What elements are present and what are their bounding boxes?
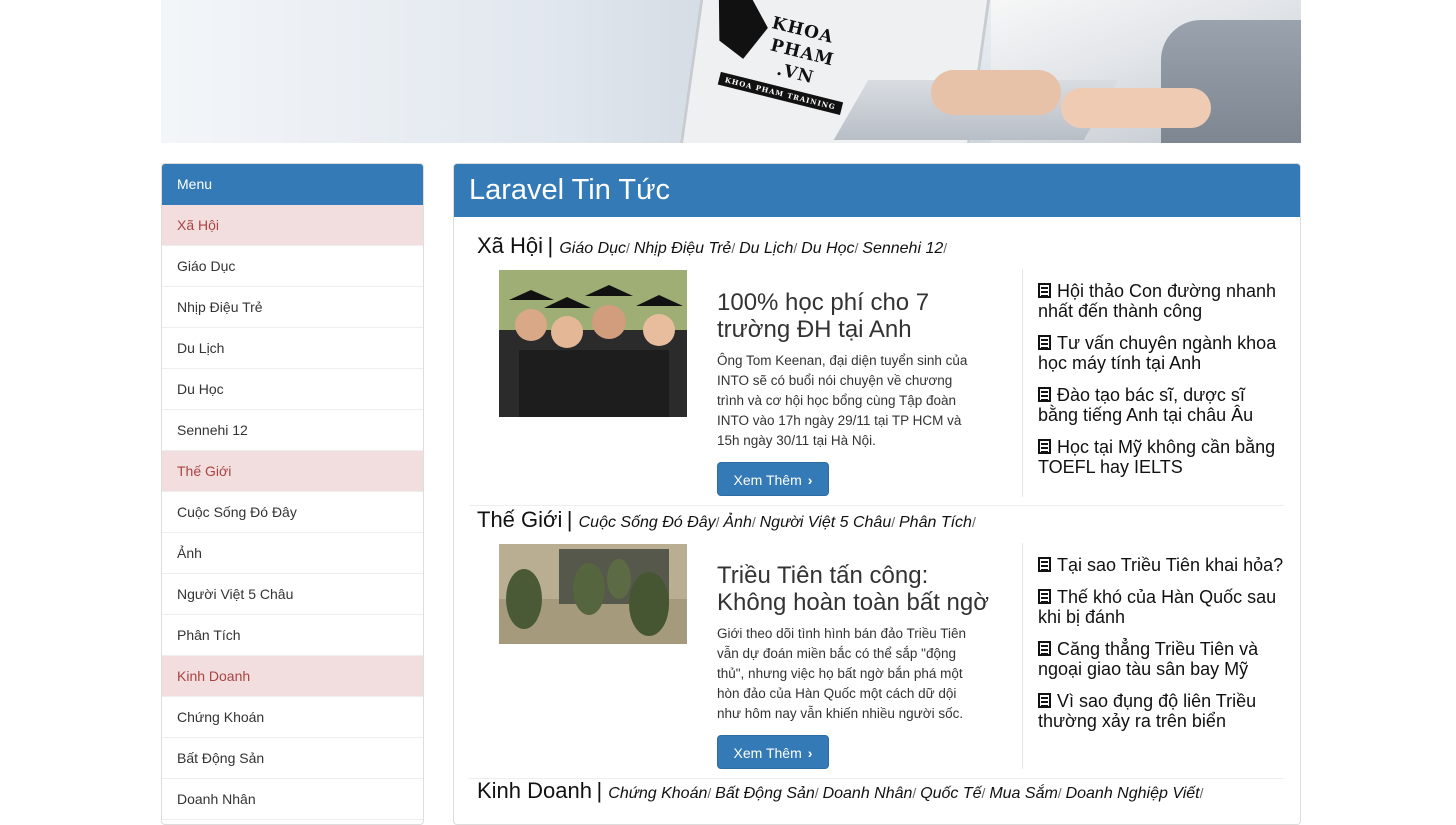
subcategory-link[interactable]: Mua Sắm: [989, 785, 1057, 802]
menu-item[interactable]: Doanh Nhân: [162, 779, 423, 820]
section-category-link[interactable]: Kinh Doanh: [477, 778, 592, 803]
subcategory-link[interactable]: Cuộc Sống Đó Đây: [579, 514, 716, 531]
menu-category[interactable]: Xã Hội: [162, 205, 423, 246]
read-more-button[interactable]: Xem Thêm ›: [717, 462, 829, 496]
article-summary: Ông Tom Keenan, đại diện tuyển sinh của …: [717, 353, 968, 448]
list-icon: [1038, 589, 1051, 604]
subcategory-link[interactable]: Du Học: [801, 240, 854, 257]
section-heading: Thế Giới | Cuộc Sống Đó Đây/ Ảnh/ Người …: [477, 507, 976, 532]
separator: /: [751, 514, 760, 530]
menu-category[interactable]: Thế Giới: [162, 451, 423, 492]
separator: /: [943, 240, 948, 256]
subcategory-link[interactable]: Giáo Dục: [559, 240, 626, 257]
separator: /: [731, 240, 740, 256]
article-thumbnail[interactable]: [499, 544, 687, 644]
related-article-link[interactable]: Đào tạo bác sĩ, dược sĩ bằng tiếng Anh t…: [1038, 385, 1288, 425]
menu-heading: Menu: [162, 164, 423, 205]
menu-category[interactable]: Kinh Doanh: [162, 656, 423, 697]
list-icon: [1038, 439, 1051, 454]
list-icon: [1038, 557, 1051, 572]
separator: /: [1057, 785, 1066, 801]
menu-item[interactable]: Chứng Khoán: [162, 697, 423, 738]
news-section-the-gioi: Thế Giới | Cuộc Sống Đó Đây/ Ảnh/ Người …: [469, 507, 1284, 779]
article-summary: Giới theo dõi tình hình bán đảo Triều Ti…: [717, 626, 967, 721]
section-category-link[interactable]: Xã Hội: [477, 233, 543, 258]
subcategory-link[interactable]: Doanh Nghiệp Viết: [1066, 785, 1200, 802]
news-section-kinh-doanh: Kinh Doanh | Chứng Khoán/ Bất Động Sản/ …: [469, 778, 1284, 824]
section-heading: Xã Hội | Giáo Dục/ Nhịp Điệu Trẻ/ Du Lịc…: [477, 233, 948, 258]
separator: /: [891, 514, 899, 530]
subcategory-link[interactable]: Nhịp Điệu Trẻ: [634, 240, 732, 257]
separator: /: [814, 785, 823, 801]
subcategory-link[interactable]: Người Việt 5 Châu: [760, 514, 892, 531]
subcategory-link[interactable]: Bất Động Sản: [715, 785, 815, 802]
menu-item[interactable]: Sennehi 12: [162, 410, 423, 451]
subcategory-link[interactable]: Chứng Khoán: [608, 785, 707, 802]
subcategory-link[interactable]: Sennehi 12: [862, 240, 943, 257]
menu-item[interactable]: Người Việt 5 Châu: [162, 574, 423, 615]
subcategory-link[interactable]: Du Lịch: [739, 240, 793, 257]
chevron-right-icon: ›: [807, 745, 813, 761]
menu-item[interactable]: Bất Động Sản: [162, 738, 423, 779]
list-icon: [1038, 283, 1051, 298]
related-article-link[interactable]: Học tại Mỹ không cần bằng TOEFL hay IELT…: [1038, 437, 1288, 477]
related-article-link[interactable]: Hội thảo Con đường nhanh nhất đến thành …: [1038, 281, 1288, 321]
separator: /: [626, 240, 634, 256]
separator: /: [1199, 785, 1204, 801]
subcategory-link[interactable]: Ảnh: [723, 514, 751, 531]
section-category-link[interactable]: Thế Giới: [477, 507, 562, 532]
related-article-link[interactable]: Vì sao đụng độ liên Triều thường xảy ra …: [1038, 691, 1288, 731]
subcategory-link[interactable]: Quốc Tế: [920, 785, 981, 802]
read-more-button[interactable]: Xem Thêm ›: [717, 735, 829, 769]
menu-item[interactable]: Giáo Dục: [162, 246, 423, 287]
list-icon: [1038, 387, 1051, 402]
sidebar-menu: Menu Xã Hội Giáo Dục Nhịp Điệu Trẻ Du Lịch D…: [161, 163, 424, 825]
separator: /: [971, 514, 976, 530]
menu-list: Xã Hội Giáo Dục Nhịp Điệu Trẻ Du Lịch Du Học…: [162, 205, 423, 820]
section-heading: Kinh Doanh | Chứng Khoán/ Bất Động Sản/ …: [477, 778, 1204, 803]
separator: /: [793, 240, 802, 256]
article-title[interactable]: 100% học phí cho 7 trường ĐH tại Anh: [717, 289, 997, 343]
menu-item[interactable]: Nhịp Điệu Trẻ: [162, 287, 423, 328]
related-articles: Tại sao Triều Tiên khai hỏa? Thế khó của…: [1038, 555, 1288, 743]
list-icon: [1038, 335, 1051, 350]
news-panel: Laravel Tin Tức Xã Hội | Giáo Dục/ Nhịp …: [453, 163, 1301, 825]
article-title[interactable]: Triều Tiên tấn công: Không hoàn toàn bất…: [717, 562, 997, 616]
article-thumbnail[interactable]: [499, 270, 687, 417]
separator: /: [707, 785, 716, 801]
related-article-link[interactable]: Thế khó của Hàn Quốc sau khi bị đánh: [1038, 587, 1288, 627]
news-section-xa-hoi: Xã Hội | Giáo Dục/ Nhịp Điệu Trẻ/ Du Lịc…: [469, 217, 1284, 507]
page-title: Laravel Tin Tức: [454, 164, 1300, 217]
related-article-link[interactable]: Tư vấn chuyên ngành khoa học máy tính tạ…: [1038, 333, 1288, 373]
menu-item[interactable]: Du Học: [162, 369, 423, 410]
menu-item[interactable]: Ảnh: [162, 533, 423, 574]
list-icon: [1038, 693, 1051, 708]
related-article-link[interactable]: Căng thẳng Triều Tiên và ngoại giao tàu …: [1038, 639, 1288, 679]
subcategory-link[interactable]: Doanh Nhân: [823, 785, 913, 802]
related-articles: Hội thảo Con đường nhanh nhất đến thành …: [1038, 281, 1288, 489]
list-icon: [1038, 641, 1051, 656]
related-article-link[interactable]: Tại sao Triều Tiên khai hỏa?: [1038, 555, 1288, 575]
menu-item[interactable]: Du Lịch: [162, 328, 423, 369]
chevron-right-icon: ›: [807, 472, 813, 488]
menu-item[interactable]: Phân Tích: [162, 615, 423, 656]
menu-item[interactable]: Cuộc Sống Đó Đây: [162, 492, 423, 533]
header-banner: KHOA PHAM .VN KHOA PHAM TRAINING: [161, 0, 1301, 143]
subcategory-link[interactable]: Phân Tích: [899, 514, 972, 531]
